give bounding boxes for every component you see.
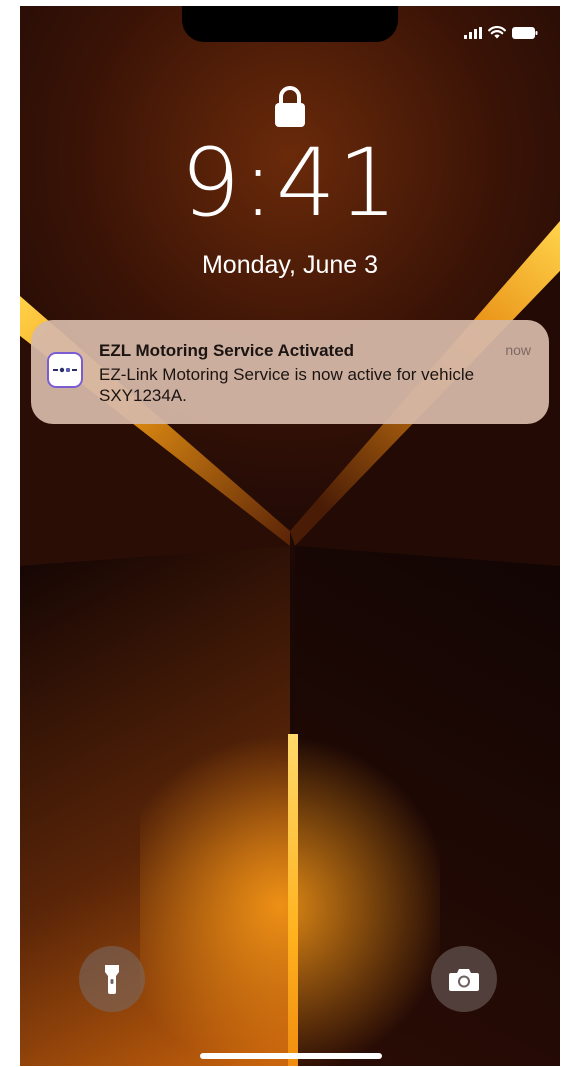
status-bar bbox=[464, 26, 538, 39]
flashlight-button[interactable] bbox=[79, 946, 145, 1012]
cellular-signal-icon bbox=[464, 26, 482, 39]
notch bbox=[182, 6, 398, 42]
wifi-icon bbox=[488, 26, 506, 39]
lock-screen-date: Monday, June 3 bbox=[201, 251, 379, 279]
flashlight-icon bbox=[105, 965, 119, 994]
lock-screen: 9:41 Monday, June 3 EZL Motoring Service… bbox=[20, 6, 560, 1066]
camera-icon bbox=[449, 969, 479, 991]
ez-link-logo-icon bbox=[53, 367, 77, 373]
lock-icon bbox=[275, 86, 305, 127]
battery-icon bbox=[512, 26, 538, 39]
ez-link-app-icon bbox=[47, 352, 83, 388]
notification-title: EZL Motoring Service Activated bbox=[99, 341, 355, 360]
lock-screen-time: 9:41 bbox=[180, 129, 400, 238]
notification-body: EZ-Link Motoring Service is now active f… bbox=[99, 365, 475, 405]
camera-button[interactable] bbox=[431, 946, 497, 1012]
notification-card[interactable]: EZL Motoring Service Activated now EZ-Li… bbox=[31, 320, 549, 424]
home-indicator[interactable] bbox=[200, 1053, 382, 1059]
notification-time: now bbox=[505, 342, 531, 358]
